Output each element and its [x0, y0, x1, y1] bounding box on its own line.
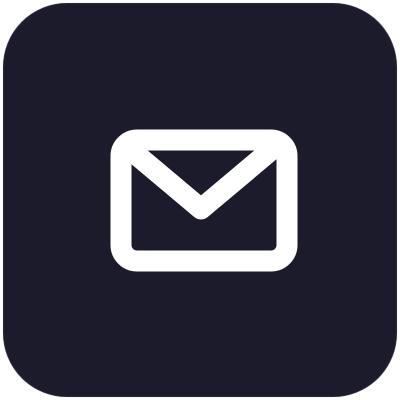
- icon-canvas: [0, 0, 400, 400]
- mail-icon: [110, 129, 298, 272]
- mail-app-icon[interactable]: [3, 3, 397, 397]
- envelope-flap: [121, 140, 281, 220]
